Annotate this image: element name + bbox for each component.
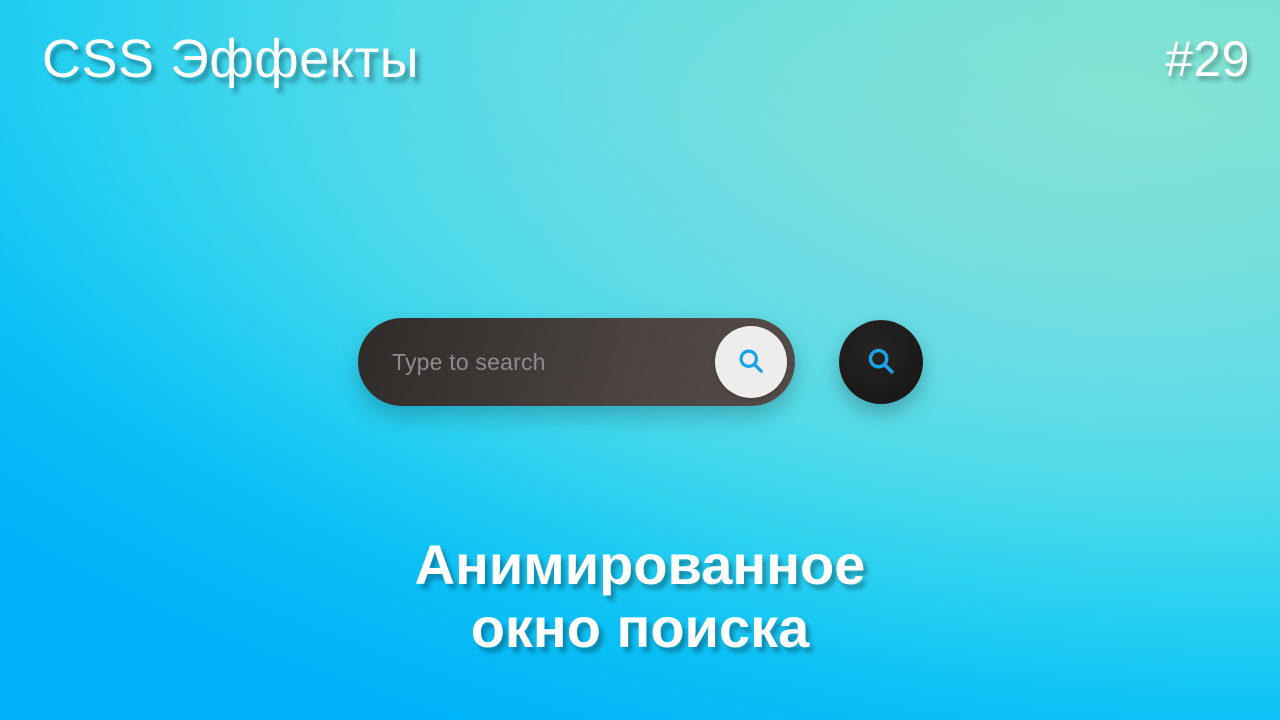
page-title: CSS Эффекты [42, 29, 420, 89]
episode-number-badge: #29 [1165, 31, 1250, 87]
search-bar[interactable] [358, 318, 795, 406]
search-widget-cluster [358, 318, 923, 406]
caption-line-2: окно поиска [470, 595, 810, 659]
search-submit-button[interactable] [715, 326, 787, 398]
caption-line-1: Анимированное [414, 533, 866, 596]
search-icon [736, 346, 766, 379]
caption: Анимированное окно поиска [0, 533, 1280, 659]
search-icon [865, 345, 897, 380]
search-toggle-button[interactable] [839, 320, 923, 404]
